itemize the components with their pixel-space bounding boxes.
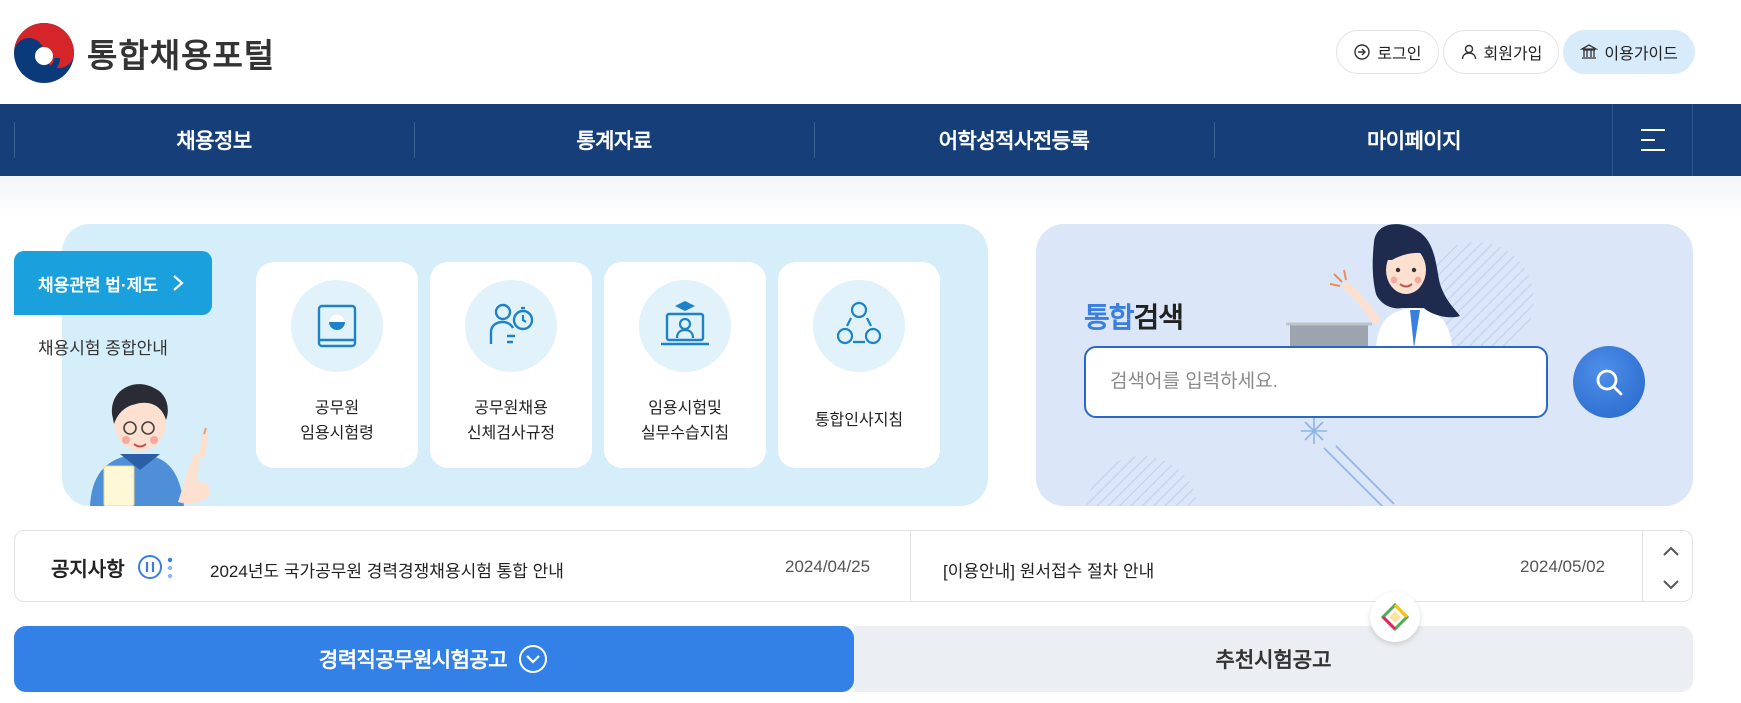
decorative-sparkle-lines — [1301, 418, 1395, 506]
search-title: 통합검색 — [1084, 296, 1185, 336]
decorative-hatch-semicircle — [1086, 456, 1198, 506]
chevron-down-icon[interactable] — [1660, 573, 1682, 595]
notice-title: 공지사항 — [51, 559, 125, 581]
circle-chevron-down-icon — [519, 645, 548, 673]
people-network-icon — [836, 301, 882, 345]
site-logo-text: 통합채용포털 — [87, 37, 276, 74]
user-icon — [1461, 44, 1476, 60]
taegeuk-logo-icon — [14, 23, 74, 83]
nav-item-mypage[interactable]: 마이페이지 — [1214, 104, 1614, 176]
guide-button[interactable]: 이용가이드 — [1563, 30, 1695, 74]
signup-label: 회원가입 — [1483, 46, 1543, 63]
search-icon — [1596, 369, 1623, 396]
tab-career-label: 경력직공무원시험공고 — [318, 649, 508, 672]
notice-item-link[interactable]: [이용안내] 원서접수 절차 안내 — [943, 557, 1154, 582]
card-icon-circle — [639, 280, 731, 372]
notice-bar: 공지사항 2024년도 국가공무원 경력경쟁채용시험 통합 안내 2024/04… — [14, 530, 1693, 602]
card-icon-circle — [465, 280, 557, 372]
more-dots-icon[interactable] — [167, 555, 173, 579]
nav-item-language-score[interactable]: 어학성적사전등록 — [814, 104, 1214, 176]
search-input[interactable] — [1084, 346, 1548, 418]
site-logo[interactable]: 통합채용포털 — [13, 22, 275, 84]
card-label: 통합인사지침 — [814, 412, 904, 429]
exam-announcement-tabs: 경력직공무원시험공고 추천시험공고 — [14, 626, 1693, 692]
notice-divider — [1642, 531, 1643, 601]
law-system-label: 채용관련 법·제도 — [38, 275, 158, 295]
notice-item-date: 2024/05/02 — [1520, 557, 1606, 576]
login-button[interactable]: 로그인 — [1336, 30, 1439, 74]
card-label: 공무원 임용시험령 — [300, 400, 374, 442]
institution-icon — [1580, 44, 1599, 59]
login-label: 로그인 — [1377, 46, 1422, 63]
search-title-rest: 검색 — [1133, 302, 1185, 333]
main-nav: 채용정보 통계자료 어학성적사전등록 마이페이지 — [0, 104, 1741, 176]
card-label: 임용시험및 실무수습지침 — [640, 400, 730, 442]
hamburger-icon — [1640, 129, 1665, 151]
tab-recommended-exam[interactable]: 추천시험공고 — [854, 626, 1693, 692]
signup-button[interactable]: 회원가입 — [1442, 30, 1560, 74]
card-integrated-hr-guide[interactable]: 통합인사지침 — [778, 262, 940, 468]
floating-widget-button[interactable] — [1370, 592, 1420, 642]
card-label: 공무원채용 신체검사규정 — [466, 400, 556, 442]
card-icon-circle — [813, 280, 905, 372]
all-menu-button[interactable] — [1612, 104, 1693, 176]
diamond-logo-icon — [1380, 602, 1410, 632]
card-icon-circle — [291, 280, 383, 372]
notice-divider — [910, 531, 911, 601]
card-civil-exam-decree[interactable]: 공무원 임용시험령 — [256, 262, 418, 468]
card-exam-practice-guide[interactable]: 임용시험및 실무수습지침 — [604, 262, 766, 468]
tab-career-exam[interactable]: 경력직공무원시험공고 — [14, 626, 854, 692]
guide-label: 이용가이드 — [1604, 46, 1678, 63]
book-seal-icon — [317, 304, 357, 348]
nav-item-recruit-info[interactable]: 채용정보 — [14, 104, 414, 176]
pause-icon[interactable] — [137, 554, 163, 580]
utility-menu: 로그인 회원가입 이용가이드 — [1336, 30, 1695, 74]
site-header: 통합채용포털 로그인 회원가입 이용가이드 — [0, 0, 1741, 104]
presenting-woman-illustration — [1286, 224, 1460, 348]
exam-guide-link[interactable]: 채용시험 종합안내 — [38, 334, 168, 359]
notice-item-link[interactable]: 2024년도 국가공무원 경력경쟁채용시험 통합 안내 — [210, 557, 564, 582]
law-system-button[interactable]: 채용관련 법·제도 — [14, 251, 212, 315]
chevron-right-icon — [173, 275, 184, 291]
search-button[interactable] — [1573, 346, 1645, 418]
search-title-accent: 통합 — [1084, 302, 1135, 333]
graduate-laptop-icon — [661, 301, 709, 346]
pointing-man-illustration — [90, 384, 210, 506]
person-stopwatch-icon — [489, 303, 534, 344]
chevron-up-icon[interactable] — [1660, 541, 1682, 563]
nav-shadow — [0, 176, 1741, 216]
login-icon — [1354, 44, 1371, 60]
notice-item-date: 2024/04/25 — [785, 557, 871, 576]
nav-item-statistics[interactable]: 통계자료 — [414, 104, 814, 176]
card-physical-exam-rule[interactable]: 공무원채용 신체검사규정 — [430, 262, 592, 468]
